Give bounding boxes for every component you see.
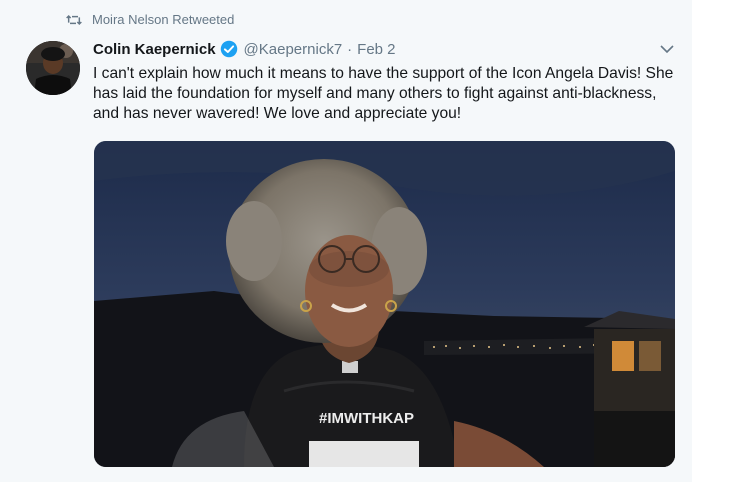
separator: · [347,40,353,58]
verified-badge-icon [220,40,237,58]
chevron-down-icon[interactable] [660,44,674,54]
retweet-text[interactable]: Moira Nelson Retweeted [92,12,234,27]
retweet-icon [66,14,82,25]
tweet-media-photo[interactable]: #IMWITHKAP [94,141,675,467]
tweet-body: I can't explain how much it means to hav… [93,65,674,122]
avatar[interactable] [26,41,80,95]
avatar-image [26,41,80,95]
tweet-card[interactable]: Moira Nelson Retweeted Colin Kaepernick … [0,0,692,482]
jersey-text: #IMWITHKAP [319,410,414,427]
author-name[interactable]: Colin Kaepernick [93,41,216,58]
retweet-context[interactable]: Moira Nelson Retweeted [66,12,234,27]
photo: #IMWITHKAP [94,141,675,467]
author-handle[interactable]: @Kaepernick7 [244,41,343,58]
tweet-header: Colin Kaepernick @Kaepernick7 · Feb 2 [93,40,396,58]
tweet-date[interactable]: Feb 2 [357,41,395,58]
